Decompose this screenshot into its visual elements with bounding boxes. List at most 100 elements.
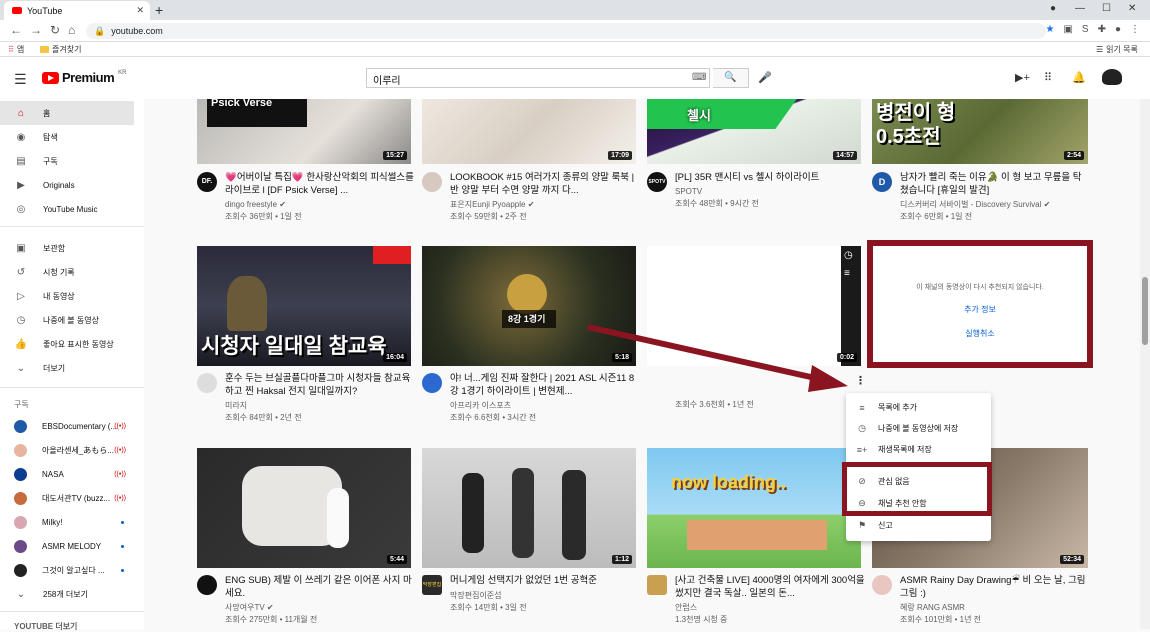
notifications-bell-icon[interactable]: 🔔 (1072, 71, 1086, 84)
bookmark-apps[interactable]: ⠿ 앱 (8, 44, 24, 55)
video-thumbnail[interactable]: 첼시 14:57 (647, 99, 861, 164)
sidebar-item-watch-later[interactable]: ◷ 나중에 볼 동영상 (0, 308, 134, 332)
channel-name[interactable]: SPOTV (675, 186, 865, 198)
search-button[interactable]: 🔍 (713, 68, 749, 88)
sidebar-item-home[interactable]: ⌂ 홈 (0, 101, 134, 125)
menu-report[interactable]: ⚑ 신고 (846, 515, 991, 536)
menu-watch-later[interactable]: ◷ 나중에 볼 동영상에 저장 (846, 418, 991, 439)
sidebar-item-explore[interactable]: ◉ 탐색 (0, 125, 134, 149)
create-video-icon[interactable]: ▶+ (1015, 71, 1030, 84)
video-title[interactable]: LOOKBOOK #15 여러가지 종류의 양말 룩북 | 반 양말 부터 수면… (450, 171, 640, 197)
sidebar-item-originals[interactable]: ▶ Originals (0, 173, 134, 197)
sidebar-item-library[interactable]: ▣ 보관함 (0, 236, 134, 260)
youtube-premium-logo[interactable]: Premium KR (42, 70, 126, 85)
video-title[interactable]: 야! 너...게임 진짜 잘한다 | 2021 ASL 시즌11 8강 1경기 … (450, 372, 640, 398)
close-tab-icon[interactable]: ✕ (136, 5, 144, 16)
hamburger-menu-icon[interactable]: ☰ (14, 71, 27, 88)
channel-avatar[interactable] (422, 172, 442, 192)
sidebar-item-music[interactable]: ◎ YouTube Music (0, 197, 134, 221)
video-title[interactable]: 💗어버이날 특집💗 한사랑산악회의 피식썰스를 라이브로 l [DF Psick… (225, 171, 415, 197)
video-thumbnail[interactable]: now loading.. (647, 448, 861, 568)
microphone-icon[interactable]: 🎤 (758, 71, 772, 84)
omnibox[interactable]: 🔒 youtube.com (86, 23, 1046, 39)
channel-avatar[interactable] (422, 373, 442, 393)
channel-avatar[interactable]: SPOTV (647, 172, 667, 192)
channel-name[interactable]: 안럽스 (675, 602, 865, 614)
avatar[interactable] (1102, 69, 1122, 85)
page-scrollbar[interactable] (1140, 99, 1150, 629)
channel-avatar[interactable]: 막장편집 (422, 575, 442, 595)
channel-avatar[interactable]: D (872, 172, 892, 192)
scrollbar-thumb[interactable] (1142, 277, 1148, 345)
channel-name[interactable]: 막장편집이준섭 (450, 590, 640, 602)
undo-button[interactable]: 실행취소 (873, 328, 1087, 339)
video-title[interactable]: 훈수 두는 브실골플다마플그마 시청자들 참교육 하고 찐 Haksal 전지 … (225, 372, 415, 398)
subscription-item[interactable]: 그것이 알고싶다 ... (0, 558, 134, 582)
more-actions-icon[interactable]: ⋮ (855, 374, 866, 387)
sidebar-item-my-videos[interactable]: ▷ 내 동영상 (0, 284, 134, 308)
profile-icon[interactable]: ● (1050, 3, 1056, 14)
video-thumbnail[interactable]: 시청자 일대일 참교육 16:04 (197, 246, 411, 366)
add-to-queue-icon[interactable]: ≡ (844, 268, 850, 279)
video-channel[interactable]: dingo freestyle ✔ (225, 199, 415, 211)
video-title[interactable]: ASMR Rainy Day Drawing☔ 비 오는 날, 그림 그림 :) (900, 574, 1090, 600)
maximize-icon[interactable]: ☐ (1102, 3, 1111, 14)
video-thumbnail[interactable]: Psick Verse 15:27 (197, 99, 411, 164)
subscription-item[interactable]: EBSDocumentary (... ((•)) (0, 414, 134, 438)
extension-icon[interactable]: ▣ (1063, 24, 1072, 35)
video-title[interactable]: 머니게임 선택지가 없었던 1번 공혁준 (450, 574, 640, 587)
subscription-item[interactable]: 아올라센세_あもら... ((•)) (0, 438, 134, 462)
search-input[interactable]: 이루리 (366, 68, 710, 88)
menu-icon[interactable]: ⋮ (1130, 24, 1140, 35)
channel-name[interactable]: 미라지 (225, 400, 415, 412)
channel-name[interactable]: 혜랑 RANG ASMR (900, 602, 1090, 614)
video-channel[interactable]: 표은지Eunji Pyoapple ✔ (450, 199, 640, 211)
more-info-link[interactable]: 추가 정보 (873, 304, 1087, 315)
forward-icon[interactable]: → (30, 23, 42, 37)
menu-save-playlist[interactable]: ≡+ 재생목록에 저장 (846, 439, 991, 460)
subscription-item[interactable]: 대도서관TV (buzz... ((•)) (0, 486, 134, 510)
sidebar-item-history[interactable]: ↺ 시청 기록 (0, 260, 134, 284)
video-thumbnail[interactable]: ◷ ≡ 0:02 (647, 246, 861, 366)
browser-tab[interactable]: YouTube ✕ (4, 1, 150, 20)
video-channel[interactable]: 디스커버리 서바이벌 - Discovery Survival ✔ (900, 199, 1090, 211)
sidebar-item-subscriptions[interactable]: ▤ 구독 (0, 149, 134, 173)
apps-grid-icon[interactable]: ⠿ (1044, 71, 1052, 84)
sidebar-item-liked[interactable]: 👍 좋아요 표시한 동영상 (0, 332, 134, 356)
puzzle-icon[interactable]: ✚ (1098, 24, 1106, 35)
home-browser-icon[interactable]: ⌂ (68, 23, 75, 37)
subscription-item[interactable]: Milky! (0, 510, 134, 534)
video-thumbnail[interactable]: 8강 1경기 5:18 (422, 246, 636, 366)
sidebar-show-more[interactable]: ⌄ 258개 더보기 (0, 582, 134, 606)
minimize-icon[interactable]: — (1075, 3, 1085, 14)
back-icon[interactable]: ← (10, 23, 22, 37)
video-thumbnail[interactable]: 5:44 (197, 448, 411, 568)
bookmark-favorites[interactable]: 즐겨찾기 (40, 44, 81, 55)
channel-avatar[interactable] (647, 575, 667, 595)
channel-avatar[interactable]: DF. (197, 172, 217, 192)
sidebar-item-more[interactable]: ⌄ 더보기 (0, 356, 134, 380)
channel-avatar[interactable] (197, 373, 217, 393)
video-thumbnail[interactable]: 1:12 (422, 448, 636, 568)
keyboard-icon[interactable]: ⌨ (692, 72, 706, 83)
extension-icon[interactable]: S (1082, 24, 1089, 35)
star-icon[interactable]: ★ (1045, 24, 1054, 35)
reading-list[interactable]: ☰ 읽기 목록 (1096, 44, 1138, 55)
close-window-icon[interactable]: ✕ (1128, 3, 1136, 14)
reload-icon[interactable]: ↻ (50, 23, 60, 37)
avatar[interactable]: ● (1115, 24, 1121, 35)
menu-add-to-queue[interactable]: ≡ 목록에 추가 (846, 397, 991, 418)
new-tab-icon[interactable]: + (155, 2, 163, 18)
video-thumbnail[interactable]: 17:09 (422, 99, 636, 164)
video-thumbnail[interactable]: 병전이 형 0.5초전 2:54 (872, 99, 1088, 164)
channel-name[interactable]: 아프리카 이스포츠 (450, 400, 640, 412)
subscription-item[interactable]: NASA ((•)) (0, 462, 134, 486)
video-channel[interactable]: 사망여우TV ✔ (225, 602, 415, 614)
watch-later-icon[interactable]: ◷ (844, 250, 853, 261)
video-title[interactable]: [사고 건축물 LIVE] 4000명의 여자에게 300억을 썼지만 결국 독… (675, 574, 865, 600)
channel-avatar[interactable] (872, 575, 892, 595)
video-title[interactable]: ENG SUB) 제발 이 쓰레기 같은 이어폰 사지 마세요. (225, 574, 415, 600)
subscription-item[interactable]: ASMR MELODY (0, 534, 134, 558)
channel-avatar[interactable] (197, 575, 217, 595)
video-title[interactable]: 남자가 빨리 죽는 이유🐊 이 형 보고 무릎을 탁 쳤습니다 [휴일의 발견] (900, 171, 1090, 197)
